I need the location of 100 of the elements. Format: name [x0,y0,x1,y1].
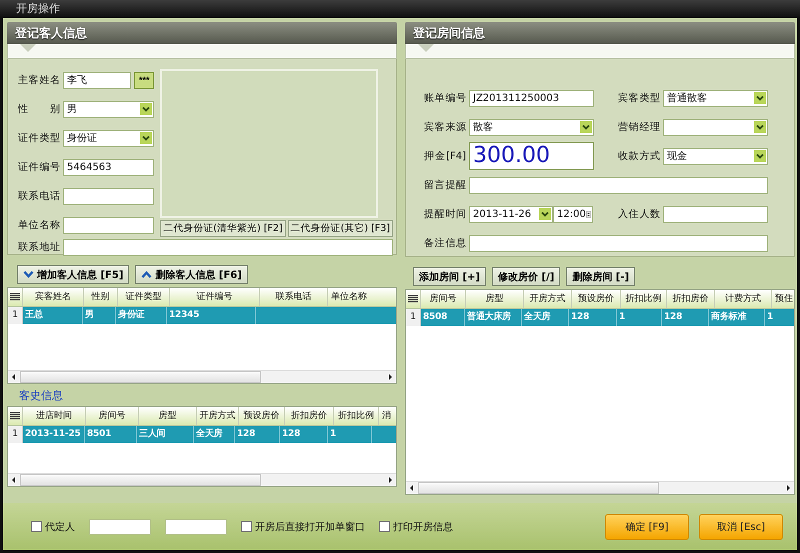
table-cell: 身份证 [116,307,167,324]
table-row[interactable]: 1 8508 普通大床房 全天房 128 1 128 商务标准 1 [406,309,794,326]
text-field[interactable]: 李飞 [63,72,132,88]
dropdown[interactable]: 普通散客 [663,90,768,106]
text-field[interactable] [63,238,393,256]
window-title: 开房操作 [16,2,60,15]
chevron-down-icon [754,150,766,162]
triangle-icon [418,44,434,52]
column-header[interactable]: 开房方式 [524,290,572,308]
text-field[interactable] [63,216,154,234]
row-number: 1 [406,309,421,326]
chevron-down-icon [140,132,152,144]
field-label: 宾客类型 [618,92,660,105]
chevron-down-icon [754,121,766,133]
column-header[interactable]: 折扣房价 [285,407,334,425]
text-field[interactable] [663,206,768,222]
field-label: 入住人数 [618,208,660,221]
column-header[interactable]: 性别 [84,288,118,306]
dropdown[interactable]: 男 [63,100,154,118]
text-field[interactable]: JZ201311250003 [469,90,594,106]
column-header[interactable]: 折扣房价 [667,290,715,308]
table-row[interactable]: 1 2013-11-25 8501 三人间 全天房 128 128 1 [8,426,396,443]
field-label: 单位名称 [18,218,60,232]
column-header[interactable]: 证件类型 [118,288,170,306]
grid-icon [10,293,20,301]
dialog-button[interactable]: 确定 [F9] [605,514,689,540]
column-header[interactable]: 房间号 [86,407,139,425]
text-field[interactable] [469,176,768,194]
chevron-down-icon [23,270,34,279]
dropdown[interactable] [663,118,768,136]
table-cell: 128 [235,426,280,443]
panel-title: 登记房间信息 [413,26,485,40]
id-card-button[interactable]: 二代身份证(清华紫光) [F2] [160,220,286,237]
column-header[interactable]: 预设房价 [572,290,621,308]
field-label: 留言提醒 [424,178,466,192]
column-header[interactable]: 证件编号 [170,288,260,306]
column-header[interactable]: 宾客姓名 [23,288,84,306]
table-row[interactable]: 1 王总 男 身份证 12345 [8,307,396,324]
text-field[interactable] [89,518,151,534]
text-field[interactable] [63,188,154,204]
column-header[interactable]: 计费方式 [715,290,772,308]
toolbar-button[interactable]: 添加房间 [+] [413,267,486,286]
dropdown[interactable]: 散客 [469,118,594,136]
toolbar-button[interactable]: 删除客人信息 [F6] [135,265,248,284]
column-header[interactable]: 联系电话 [260,288,328,306]
chevron-down-icon [754,92,766,104]
field-label: 账单编号 [424,92,466,105]
field-label: 联系电话 [18,190,60,203]
browse-button[interactable]: *** [134,72,154,88]
table-cell: 2013-11-25 [23,426,85,443]
column-header[interactable]: 房间号 [421,290,466,308]
field-label: 联系地址 [18,240,60,254]
horizontal-scrollbar[interactable] [8,370,396,383]
chevron-down-icon [539,208,551,220]
column-header[interactable]: 折扣比例 [334,407,379,425]
grid-icon [408,295,418,303]
time-spinner[interactable]: 12:00 [553,206,593,222]
table-cell: 8508 [421,309,465,326]
column-header[interactable]: 进店时间 [23,407,86,425]
field-label: 提醒时间 [424,208,466,221]
id-card-button[interactable]: 二代身份证(其它) [F3] [288,220,393,237]
horizontal-scrollbar[interactable] [406,481,794,494]
toolbar-button[interactable]: 修改房价 [/] [492,267,560,286]
table-cell: 普通大床房 [465,309,522,326]
text-field[interactable] [165,518,227,534]
table-cell: 全天房 [194,426,235,443]
table-cell: 全天房 [522,309,569,326]
toolbar-button[interactable]: 删除房间 [-] [566,267,636,286]
checkbox[interactable]: 开房后直接打开加单窗口 [241,520,365,534]
column-header[interactable]: 开房方式 [197,407,239,425]
toolbar-button[interactable]: 增加客人信息 [F5] [17,265,130,284]
amount-field[interactable]: 300.00 [469,142,594,170]
field-label: 宾客来源 [424,120,466,134]
column-header[interactable]: 房型 [139,407,197,425]
field-label: 营销经理 [618,120,660,134]
dialog-button[interactable]: 取消 [Esc] [699,514,783,540]
triangle-icon [20,44,36,52]
column-header[interactable]: 预住 [772,290,794,308]
field-label: 性 别 [18,102,60,116]
field-label: 主客姓名 [18,74,60,87]
date-picker[interactable]: 2013-11-26 [469,206,553,222]
text-field[interactable] [469,234,768,252]
column-header[interactable]: 房型 [466,290,524,308]
dropdown[interactable]: 身份证 [63,130,154,146]
table-cell: 王总 [23,307,83,324]
column-header[interactable]: 预设房价 [239,407,285,425]
table-cell: 1 [617,309,662,326]
column-header[interactable]: 折扣比例 [621,290,667,308]
table-cell: 128 [280,426,328,443]
horizontal-scrollbar[interactable] [8,473,396,486]
table-cell: 商务标准 [709,309,765,326]
section-title: 客史信息 [18,388,63,404]
field-label: 证件编号 [18,160,60,174]
text-field[interactable]: 5464563 [63,158,154,176]
checkbox[interactable]: 代定人 [31,520,75,534]
panel-title: 登记客人信息 [15,26,87,40]
dropdown[interactable]: 现金 [663,148,768,164]
checkbox[interactable]: 打印开房信息 [379,520,453,534]
chevron-down-icon [140,103,152,115]
chevron-up-icon [141,270,152,279]
